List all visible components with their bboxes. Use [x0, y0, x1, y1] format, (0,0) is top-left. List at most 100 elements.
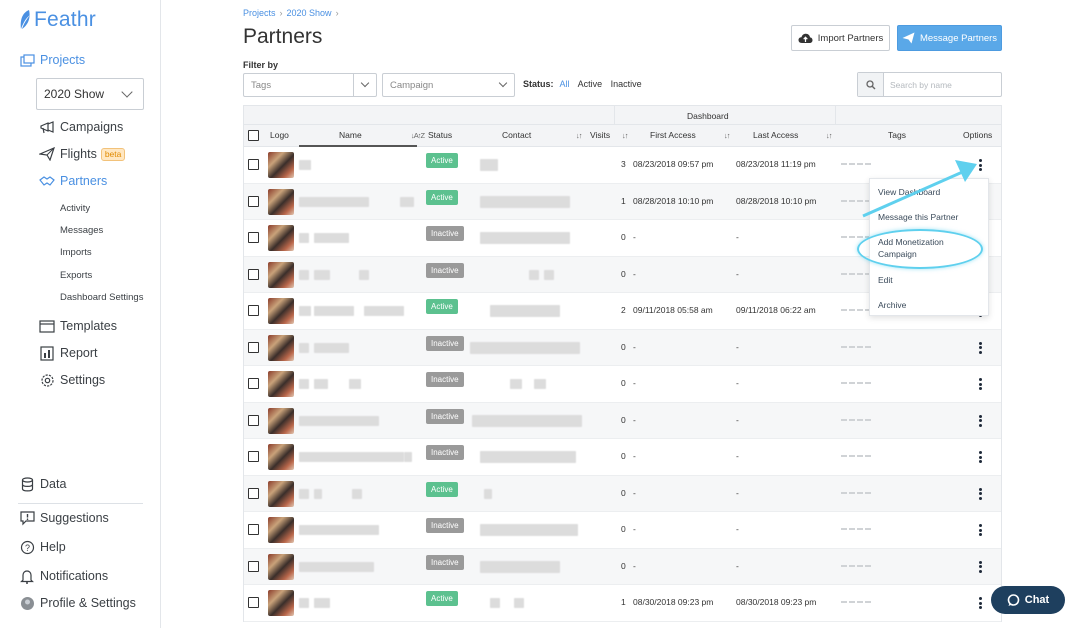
sidebar-item-campaigns[interactable]: Campaigns — [39, 120, 123, 134]
row-checkbox[interactable] — [248, 195, 259, 207]
feathr-logo[interactable]: Feathr — [18, 8, 96, 32]
menu-archive[interactable]: Archive — [878, 299, 906, 311]
redacted-text — [314, 379, 328, 389]
row-options-icon[interactable] — [977, 595, 983, 611]
select-all-checkbox[interactable] — [248, 130, 259, 141]
sidebar-item-data[interactable]: Data — [19, 476, 66, 491]
visits-cell: 0 — [621, 451, 626, 461]
status-filter-inactive[interactable]: Inactive — [611, 79, 642, 89]
row-options-icon[interactable] — [977, 376, 983, 392]
redacted-text — [314, 342, 349, 353]
redacted-text — [299, 598, 309, 608]
row-checkbox[interactable] — [248, 159, 259, 170]
sidebar-divider — [18, 503, 143, 504]
sidebar-item-projects[interactable]: Projects — [19, 53, 85, 67]
row-checkbox[interactable] — [248, 524, 259, 535]
table-row[interactable]: Inactive 0- - — [244, 439, 1001, 476]
redacted-text — [400, 196, 414, 207]
col-name[interactable]: Name — [339, 130, 362, 140]
status-filter-all[interactable]: All — [560, 79, 570, 89]
col-first-access[interactable]: First Access — [650, 130, 696, 140]
sidebar-item-help[interactable]: ? Help — [19, 540, 66, 554]
sort-icon[interactable]: ↓↑ — [570, 130, 582, 140]
sort-icon[interactable]: ↓A↑Z — [405, 130, 425, 140]
table-row[interactable]: Inactive 0- - — [244, 548, 1001, 585]
sidebar-item-suggestions[interactable]: Suggestions — [19, 510, 109, 525]
row-checkbox[interactable] — [248, 597, 259, 608]
col-visits[interactable]: Visits — [590, 130, 610, 140]
row-options-icon[interactable] — [977, 559, 983, 575]
table-row[interactable]: Inactive 0- - — [244, 366, 1001, 403]
status-filter-label: Status: — [523, 79, 554, 89]
search-button[interactable] — [858, 73, 884, 96]
campaign-select[interactable]: Campaign — [382, 73, 515, 97]
sidebar-sub-messages[interactable]: Messages — [60, 225, 103, 236]
sort-icon[interactable]: ↓↑ — [820, 130, 832, 140]
sidebar-item-flights[interactable]: Flights beta — [39, 147, 126, 161]
sidebar-item-partners[interactable]: Partners — [39, 174, 107, 188]
sidebar-sub-activity[interactable]: Activity — [60, 203, 90, 214]
redacted-text — [299, 525, 379, 535]
row-checkbox[interactable] — [248, 232, 259, 243]
row-checkbox[interactable] — [248, 268, 259, 280]
status-badge: Inactive — [426, 445, 464, 460]
row-checkbox[interactable] — [248, 341, 259, 353]
sort-icon[interactable]: ↓↑ — [616, 130, 628, 140]
breadcrumb-projects[interactable]: Projects — [243, 8, 276, 18]
breadcrumb-project[interactable]: 2020 Show — [287, 8, 332, 18]
redacted-text — [299, 561, 374, 572]
sidebar-sub-exports[interactable]: Exports — [60, 270, 92, 281]
tags-placeholder — [841, 345, 871, 348]
col-last-access[interactable]: Last Access — [753, 130, 798, 140]
row-options-icon[interactable] — [977, 522, 983, 538]
row-checkbox[interactable] — [248, 487, 259, 499]
table-row[interactable]: Inactive 0- - — [244, 402, 1001, 439]
search-input[interactable] — [884, 73, 999, 96]
row-options-icon[interactable] — [977, 449, 983, 465]
redacted-text — [470, 341, 580, 354]
dashboard-group-label: Dashboard — [687, 111, 729, 121]
table-row[interactable]: Active 1 08/30/2018 09:23 pm 08/30/2018 09:… — [244, 585, 1001, 622]
sidebar-item-report[interactable]: Report — [39, 345, 98, 361]
status-badge: Active — [426, 591, 458, 606]
redacted-text — [299, 452, 404, 462]
menu-edit[interactable]: Edit — [878, 274, 893, 286]
table-row[interactable]: Inactive 0- - — [244, 512, 1001, 549]
sidebar-item-settings[interactable]: Settings — [39, 373, 105, 387]
sidebar-sub-dashboard-settings[interactable]: Dashboard Settings — [60, 292, 143, 303]
row-options-icon[interactable] — [977, 486, 983, 502]
row-options-icon[interactable] — [977, 340, 983, 356]
sidebar-item-label: Help — [40, 540, 66, 554]
sidebar-sub-imports[interactable]: Imports — [60, 247, 92, 258]
row-checkbox[interactable] — [248, 451, 259, 462]
first-access-cell: - — [633, 487, 636, 498]
chat-button[interactable]: Chat — [991, 586, 1065, 614]
visits-cell: 0 — [621, 378, 626, 388]
row-checkbox[interactable] — [248, 378, 259, 389]
row-checkbox[interactable] — [248, 560, 259, 572]
row-checkbox[interactable] — [248, 414, 259, 426]
project-select[interactable]: 2020 Show — [36, 78, 144, 110]
sidebar-item-profile[interactable]: Profile & Settings — [19, 596, 136, 610]
first-access-cell: - — [633, 414, 636, 425]
visits-cell: 1 — [621, 597, 626, 607]
row-checkbox[interactable] — [248, 305, 259, 316]
sidebar-item-notifications[interactable]: Notifications — [19, 569, 109, 584]
tags-select[interactable]: Tags — [243, 73, 377, 97]
table-row[interactable]: Inactive 0- - — [244, 329, 1001, 366]
svg-text:?: ? — [24, 543, 29, 553]
sort-icon[interactable]: ↓↑ — [718, 130, 730, 140]
redacted-text — [510, 379, 522, 389]
message-partners-button[interactable]: Message Partners — [897, 25, 1002, 51]
col-tags: Tags — [888, 130, 906, 140]
col-contact[interactable]: Contact — [502, 130, 531, 140]
sidebar-item-label: Notifications — [40, 569, 109, 583]
import-partners-button[interactable]: Import Partners — [791, 25, 890, 51]
partner-logo — [268, 480, 294, 507]
table-row[interactable]: Active 0- - — [244, 475, 1001, 512]
status-filter-active[interactable]: Active — [578, 79, 603, 89]
sidebar-item-templates[interactable]: Templates — [39, 319, 117, 333]
help-icon: ? — [19, 540, 35, 554]
visits-cell: 2 — [621, 305, 626, 315]
row-options-icon[interactable] — [977, 413, 983, 429]
